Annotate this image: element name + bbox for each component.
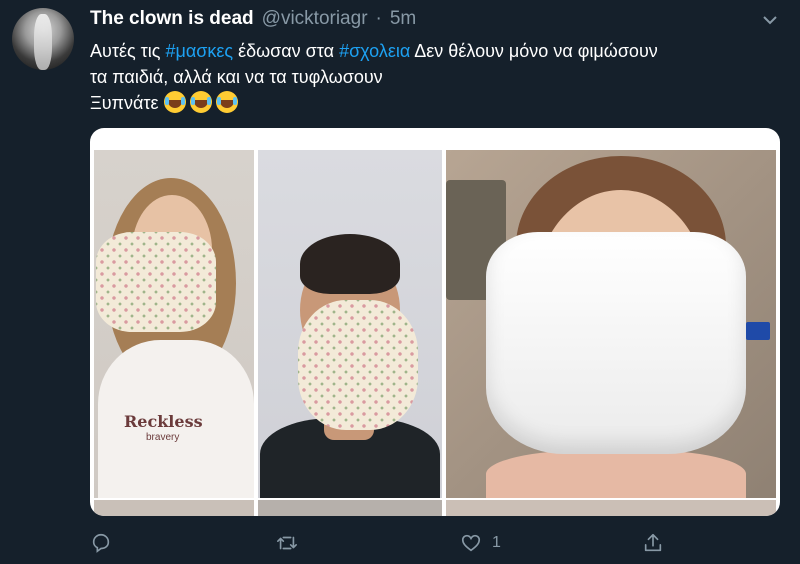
separator-dot: · [375,8,382,29]
photo-strip [94,500,254,516]
photo-man-with-mask[interactable] [258,150,442,498]
retweet-icon [277,536,297,550]
tears-of-joy-emoji-icon [215,91,238,113]
tweet-text: Αυτές τις #μασκες έδωσαν στα #σχολεια Δε… [90,38,790,116]
chevron-down-icon[interactable] [762,12,778,28]
text-fragment: Ξυπνάτε [90,93,164,113]
reply-icon [92,533,110,553]
share-button[interactable] [642,530,664,556]
mask [298,300,418,430]
shirt [486,450,746,498]
text-fragment: Αυτές τις [90,41,166,61]
tweet-text-line-1: Αυτές τις #μασκες έδωσαν στα #σχολεια Δε… [90,38,790,64]
hair [300,234,400,294]
avatar-face [34,14,52,70]
photo-girl-with-mask[interactable]: Reckless bravery [94,150,254,498]
mask [96,232,216,332]
hashtag-schools[interactable]: #σχολεια [339,41,410,61]
shirt-print-sub: bravery [146,432,180,443]
mask [486,232,746,454]
display-name[interactable]: The clown is dead [90,8,254,30]
retweet-button[interactable] [276,530,298,556]
like-button[interactable]: 1 [460,530,501,556]
text-fragment: έδωσαν στα [233,41,340,61]
share-icon [644,533,662,552]
eu-flag [746,322,770,340]
shirt-print: Reckless [124,412,203,431]
tears-of-joy-emoji-icon [163,91,186,113]
tweet-text-line-3: Ξυπνάτε [90,90,790,116]
tweet-text-line-2: τα παιδιά, αλλά και να τα τυφλωσουν [90,67,383,87]
photo-child-with-mask[interactable] [446,150,776,498]
heart-icon [461,534,481,552]
reply-button[interactable] [90,530,112,556]
tears-of-joy-emoji-icon [189,91,212,113]
tweet-header: The clown is dead @vicktoriagr · 5m [90,8,416,32]
tweet-media[interactable]: Reckless bravery [90,128,780,516]
user-handle[interactable]: @vicktoriagr [262,8,368,30]
timestamp[interactable]: 5m [390,8,416,30]
photo-strip [446,500,776,516]
photo-strip [258,500,442,516]
tweet-actions: 1 [90,530,780,556]
avatar[interactable] [12,8,74,70]
hashtag-masks[interactable]: #μασκες [165,41,233,61]
like-count: 1 [492,534,501,551]
text-fragment: Δεν θέλουν μόνο να φιμώσουν [410,41,658,61]
